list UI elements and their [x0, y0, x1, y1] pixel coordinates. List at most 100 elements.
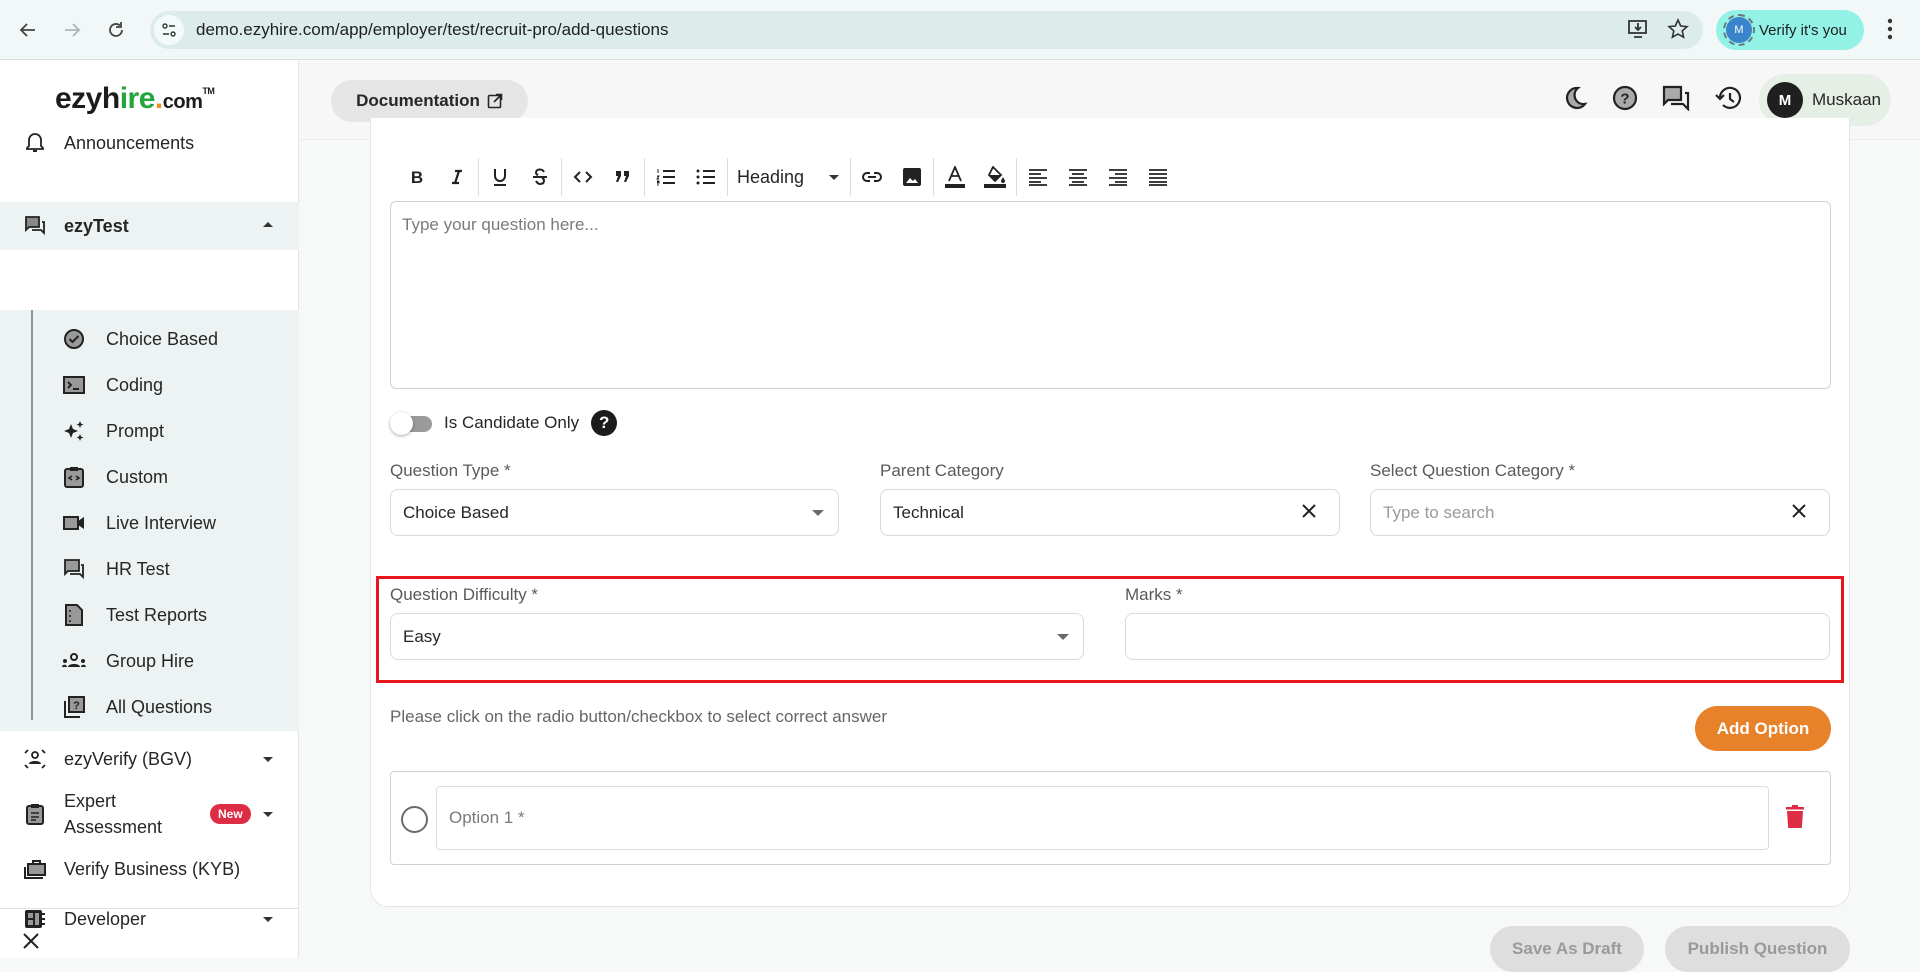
code-button[interactable]	[563, 159, 603, 195]
underline-button[interactable]	[480, 159, 520, 195]
link-icon	[862, 172, 882, 182]
sidebar-item-announcements[interactable]: Announcements	[0, 120, 299, 166]
text-color-button[interactable]	[935, 159, 975, 195]
option-row: Option 1 *	[390, 771, 1831, 865]
sidebar-subitem-prompt[interactable]: Prompt	[62, 409, 292, 453]
correct-answer-radio[interactable]	[401, 806, 428, 833]
documentation-label: Documentation	[356, 91, 480, 110]
back-button[interactable]	[10, 12, 46, 48]
highlight-color-button[interactable]	[975, 159, 1015, 195]
code-icon	[573, 171, 593, 183]
verify-person-icon	[20, 748, 50, 770]
sidebar-subitem-coding[interactable]: Coding	[62, 363, 292, 407]
video-camera-icon	[62, 515, 86, 531]
new-badge: New	[210, 804, 251, 824]
align-center-button[interactable]	[1058, 159, 1098, 195]
chevron-down-icon[interactable]	[263, 812, 273, 817]
clear-question-category-button[interactable]	[1791, 503, 1807, 519]
chevron-down-icon[interactable]	[263, 757, 273, 762]
briefcase-icon	[20, 859, 50, 879]
sidebar-subitem-all-questions[interactable]: ? All Questions	[62, 685, 292, 729]
documentation-button[interactable]: Documentation	[331, 80, 528, 122]
site-settings-button[interactable]	[154, 15, 184, 45]
quote-icon	[616, 171, 629, 182]
close-icon	[1792, 504, 1806, 518]
verify-label: Verify it's you	[1759, 21, 1847, 39]
sidebar-item-ezytest[interactable]: ezyTest	[0, 202, 299, 250]
clear-parent-category-button[interactable]	[1301, 503, 1317, 519]
marks-label: Marks *	[1125, 585, 1183, 604]
dark-mode-icon[interactable]	[1562, 85, 1588, 111]
question-difficulty-select[interactable]: Easy	[390, 613, 1084, 660]
sidebar-item-expert-assessment[interactable]: Expert Assessment New	[0, 782, 299, 846]
logo-com: com	[162, 91, 203, 113]
sidebar-item-label: Announcements	[64, 132, 195, 153]
reload-button[interactable]	[98, 12, 134, 48]
candidate-only-toggle[interactable]	[390, 410, 434, 436]
marks-input[interactable]	[1125, 613, 1830, 660]
sidebar-item-verify-business[interactable]: Verify Business (KYB)	[0, 846, 299, 892]
sidebar-item-developer[interactable]: Developer	[0, 896, 299, 942]
sidebar-subitem-live-interview[interactable]: Live Interview	[62, 501, 292, 545]
history-icon[interactable]	[1714, 85, 1742, 111]
sidebar-subitem-custom[interactable]: Custom	[62, 455, 292, 499]
question-type-label: Question Type *	[390, 461, 511, 480]
italic-button[interactable]	[437, 159, 477, 195]
bold-button[interactable]: B	[397, 159, 437, 195]
sidebar-subitem-test-reports[interactable]: Test Reports	[62, 593, 292, 637]
forward-button[interactable]	[54, 12, 90, 48]
sidebar-item-label: Verify Business (KYB)	[64, 858, 241, 879]
question-library-icon: ?	[62, 696, 86, 718]
strikethrough-button[interactable]	[520, 159, 560, 195]
heading-dropdown[interactable]: Heading	[729, 159, 849, 195]
align-right-icon	[1109, 169, 1127, 186]
ezyhire-logo[interactable]: ezyhire.comTM	[55, 82, 215, 116]
sidebar-subitem-group-hire[interactable]: Group Hire	[62, 639, 292, 683]
sidebar-subitem-choice-based[interactable]: Choice Based	[62, 317, 292, 361]
help-icon[interactable]: ?	[1612, 85, 1638, 111]
parent-category-value: Technical	[893, 502, 964, 522]
parent-category-field[interactable]: Technical	[880, 489, 1340, 536]
browser-menu-button[interactable]	[1887, 18, 1893, 40]
bookmark-star-icon[interactable]	[1667, 18, 1689, 40]
align-left-button[interactable]	[1018, 159, 1058, 195]
save-as-draft-button[interactable]: Save As Draft	[1490, 926, 1644, 972]
chevron-up-icon[interactable]	[263, 222, 273, 227]
address-bar[interactable]: demo.ezyhire.com/app/employer/test/recru…	[150, 11, 1703, 49]
collapse-sidebar-button[interactable]	[22, 932, 40, 950]
chat-icon[interactable]	[1662, 85, 1690, 111]
logo-trademark: TM	[202, 86, 215, 96]
question-editor[interactable]: Type your question here...	[390, 201, 1831, 389]
help-icon[interactable]: ?	[591, 410, 618, 436]
align-justify-icon	[1149, 169, 1167, 186]
link-button[interactable]	[852, 159, 892, 195]
publish-question-button[interactable]: Publish Question	[1665, 926, 1850, 972]
logo-text: ezyh	[55, 82, 120, 115]
install-app-icon[interactable]	[1627, 18, 1649, 40]
chevron-down-icon[interactable]	[263, 917, 273, 922]
delete-option-button[interactable]	[1785, 805, 1805, 829]
question-difficulty-label: Question Difficulty *	[390, 585, 539, 604]
blockquote-button[interactable]	[603, 159, 643, 195]
question-category-search[interactable]: Type to search	[1370, 489, 1830, 536]
check-circle-icon	[62, 328, 86, 350]
add-option-button[interactable]: Add Option	[1695, 706, 1831, 751]
chevron-down-icon	[1057, 634, 1069, 640]
toolbar-divider	[727, 158, 728, 196]
bell-icon	[20, 132, 50, 154]
close-icon	[23, 933, 39, 949]
sidebar-item-ezyverify[interactable]: ezyVerify (BGV)	[0, 736, 299, 782]
option-input[interactable]: Option 1 *	[436, 786, 1769, 850]
ordered-list-button[interactable]	[646, 159, 686, 195]
group-icon	[62, 653, 86, 669]
image-button[interactable]	[892, 159, 932, 195]
sidebar-subitem-label: Prompt	[106, 420, 165, 441]
verify-identity-button[interactable]: M Verify it's you	[1716, 10, 1864, 50]
align-justify-button[interactable]	[1138, 159, 1178, 195]
url-text[interactable]: demo.ezyhire.com/app/employer/test/recru…	[196, 20, 668, 40]
question-type-select[interactable]: Choice Based	[390, 489, 839, 536]
sidebar-subitem-hr-test[interactable]: HR Test	[62, 547, 292, 591]
align-right-button[interactable]	[1098, 159, 1138, 195]
bullet-list-button[interactable]	[686, 159, 726, 195]
code-clipboard-icon	[62, 466, 86, 488]
